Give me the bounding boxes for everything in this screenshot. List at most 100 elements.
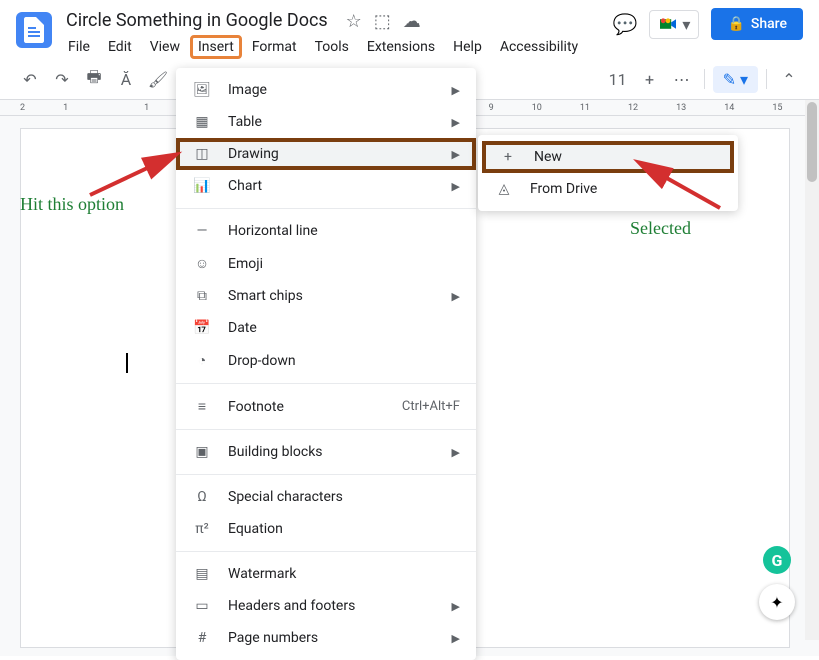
menu-item-label: Footnote [228, 399, 386, 415]
document-title[interactable]: Circle Something in Google Docs [60, 8, 334, 33]
lock-icon: 🔒 [727, 16, 744, 32]
menu-accessibility[interactable]: Accessibility [492, 35, 586, 59]
image-icon: 🖼 [192, 82, 212, 98]
emoji-icon: ☺ [192, 255, 212, 272]
menu-separator [176, 551, 476, 552]
comments-icon[interactable]: 💬 [613, 12, 638, 36]
menu-item-label: Building blocks [228, 444, 436, 460]
new-icon: + [498, 149, 518, 165]
paint-format-button[interactable]: 🖌 [144, 65, 172, 93]
submenu-item-label: New [534, 149, 562, 165]
insert-special-characters[interactable]: Ω Special characters [176, 481, 476, 513]
drop-down-icon: ◔ [192, 352, 212, 369]
smart-chips-icon: ⧉ [192, 288, 212, 304]
cloud-status-icon[interactable]: ☁ [403, 11, 421, 32]
font-size-value[interactable]: 11 [604, 65, 632, 93]
menu-help[interactable]: Help [445, 35, 490, 59]
drawing-icon: ◫ [192, 146, 212, 162]
menu-item-label: Horizontal line [228, 223, 460, 239]
insert-table[interactable]: ▦ Table ▶ [176, 106, 476, 138]
submenu-arrow-icon: ▶ [452, 116, 460, 129]
special-characters-icon: Ω [192, 489, 212, 505]
insert-footnote[interactable]: ≡FootnoteCtrl+Alt+F [176, 390, 476, 423]
menu-item-label: Special characters [228, 489, 460, 505]
submenu-arrow-icon: ▶ [452, 180, 460, 193]
insert-building-blocks[interactable]: ▣ Building blocks ▶ [176, 436, 476, 468]
vertical-scrollbar[interactable] [805, 100, 819, 640]
menu-item-label: Image [228, 82, 436, 98]
insert-drawing[interactable]: ◫Drawing▶ [176, 138, 476, 170]
font-size-increase[interactable]: + [636, 65, 664, 93]
menu-item-label: Watermark [228, 566, 460, 582]
redo-button[interactable]: ↷ [48, 65, 76, 93]
text-cursor [126, 353, 128, 373]
explore-button[interactable]: ✦ [759, 584, 795, 620]
more-options[interactable]: ⋯ [668, 65, 696, 93]
watermark-icon: ▤ [192, 566, 212, 582]
menu-view[interactable]: View [142, 35, 188, 59]
annotation-arrow-right [630, 158, 740, 213]
menu-item-label: Equation [228, 521, 460, 537]
insert-chart[interactable]: 📊Chart▶ [176, 170, 476, 202]
docs-app-icon[interactable] [16, 12, 52, 48]
menu-separator [176, 474, 476, 475]
menu-item-label: Chart [228, 178, 436, 194]
menu-separator [176, 383, 476, 384]
menu-format[interactable]: Format [244, 35, 305, 59]
menu-item-label: Smart chips [228, 288, 436, 304]
insert-emoji[interactable]: ☺ Emoji [176, 247, 476, 280]
insert-headers-and-footers[interactable]: ▭ Headers and footers ▶ [176, 590, 476, 622]
insert-image[interactable]: 🖼 Image ▶ [176, 74, 476, 106]
equation-icon: π² [192, 521, 212, 537]
annotation-right: Selected [630, 218, 691, 239]
menu-item-label: Headers and footers [228, 598, 436, 614]
annotation-arrow-left [80, 145, 190, 205]
grammarly-icon[interactable]: G [763, 546, 791, 574]
menu-edit[interactable]: Edit [100, 35, 140, 59]
insert-horizontal-line[interactable]: — Horizontal line [176, 215, 476, 247]
horizontal-line-icon: — [192, 223, 212, 239]
submenu-arrow-icon: ▶ [452, 84, 460, 97]
menu-item-label: Table [228, 114, 436, 130]
insert-menu-dropdown: 🖼Image▶▦Table▶◫Drawing▶📊Chart▶—Horizonta… [176, 68, 476, 660]
menu-insert[interactable]: Insert [190, 35, 242, 59]
editing-mode-button[interactable]: ✎ ▾ [713, 66, 758, 93]
star-icon[interactable]: ☆ [346, 11, 362, 32]
insert-page-numbers[interactable]: #Page numbers▶ [176, 622, 476, 654]
date-icon: 📅 [192, 320, 212, 336]
from-drive-icon: ◬ [494, 181, 514, 197]
move-icon[interactable]: ⬚ [374, 11, 391, 32]
menubar: FileEditViewInsertFormatToolsExtensionsH… [60, 35, 605, 59]
insert-date[interactable]: 📅 Date [176, 312, 476, 344]
undo-button[interactable]: ↶ [16, 65, 44, 93]
menu-separator [176, 429, 476, 430]
menu-item-label: Drop-down [228, 353, 460, 369]
footnote-icon: ≡ [192, 398, 212, 415]
collapse-button[interactable]: ⌃ [775, 65, 803, 93]
building-blocks-icon: ▣ [192, 444, 212, 460]
meet-button[interactable]: ▾ [649, 10, 699, 39]
submenu-arrow-icon: ▶ [452, 632, 460, 645]
print-button[interactable]: 🖶 [80, 65, 108, 93]
submenu-arrow-icon: ▶ [452, 446, 460, 459]
separator [766, 69, 767, 89]
insert-smart-chips[interactable]: ⧉ Smart chips ▶ [176, 280, 476, 312]
insert-equation[interactable]: π² Equation [176, 513, 476, 545]
menu-item-label: Date [228, 320, 460, 336]
headers-and-footers-icon: ▭ [192, 598, 212, 614]
submenu-item-label: From Drive [530, 181, 597, 197]
table-icon: ▦ [192, 114, 212, 130]
insert-watermark[interactable]: ▤ Watermark [176, 558, 476, 590]
menu-separator [176, 208, 476, 209]
separator [704, 69, 705, 89]
menu-file[interactable]: File [60, 35, 98, 59]
menu-extensions[interactable]: Extensions [359, 35, 443, 59]
menu-tools[interactable]: Tools [307, 35, 357, 59]
menu-item-label: Emoji [228, 256, 460, 272]
submenu-arrow-icon: ▶ [452, 600, 460, 613]
share-button[interactable]: 🔒 Share [711, 8, 803, 40]
insert-drop-down[interactable]: ◔ Drop-down [176, 344, 476, 377]
spellcheck-button[interactable]: Ă [112, 65, 140, 93]
submenu-arrow-icon: ▶ [452, 290, 460, 303]
submenu-arrow-icon: ▶ [452, 148, 460, 161]
